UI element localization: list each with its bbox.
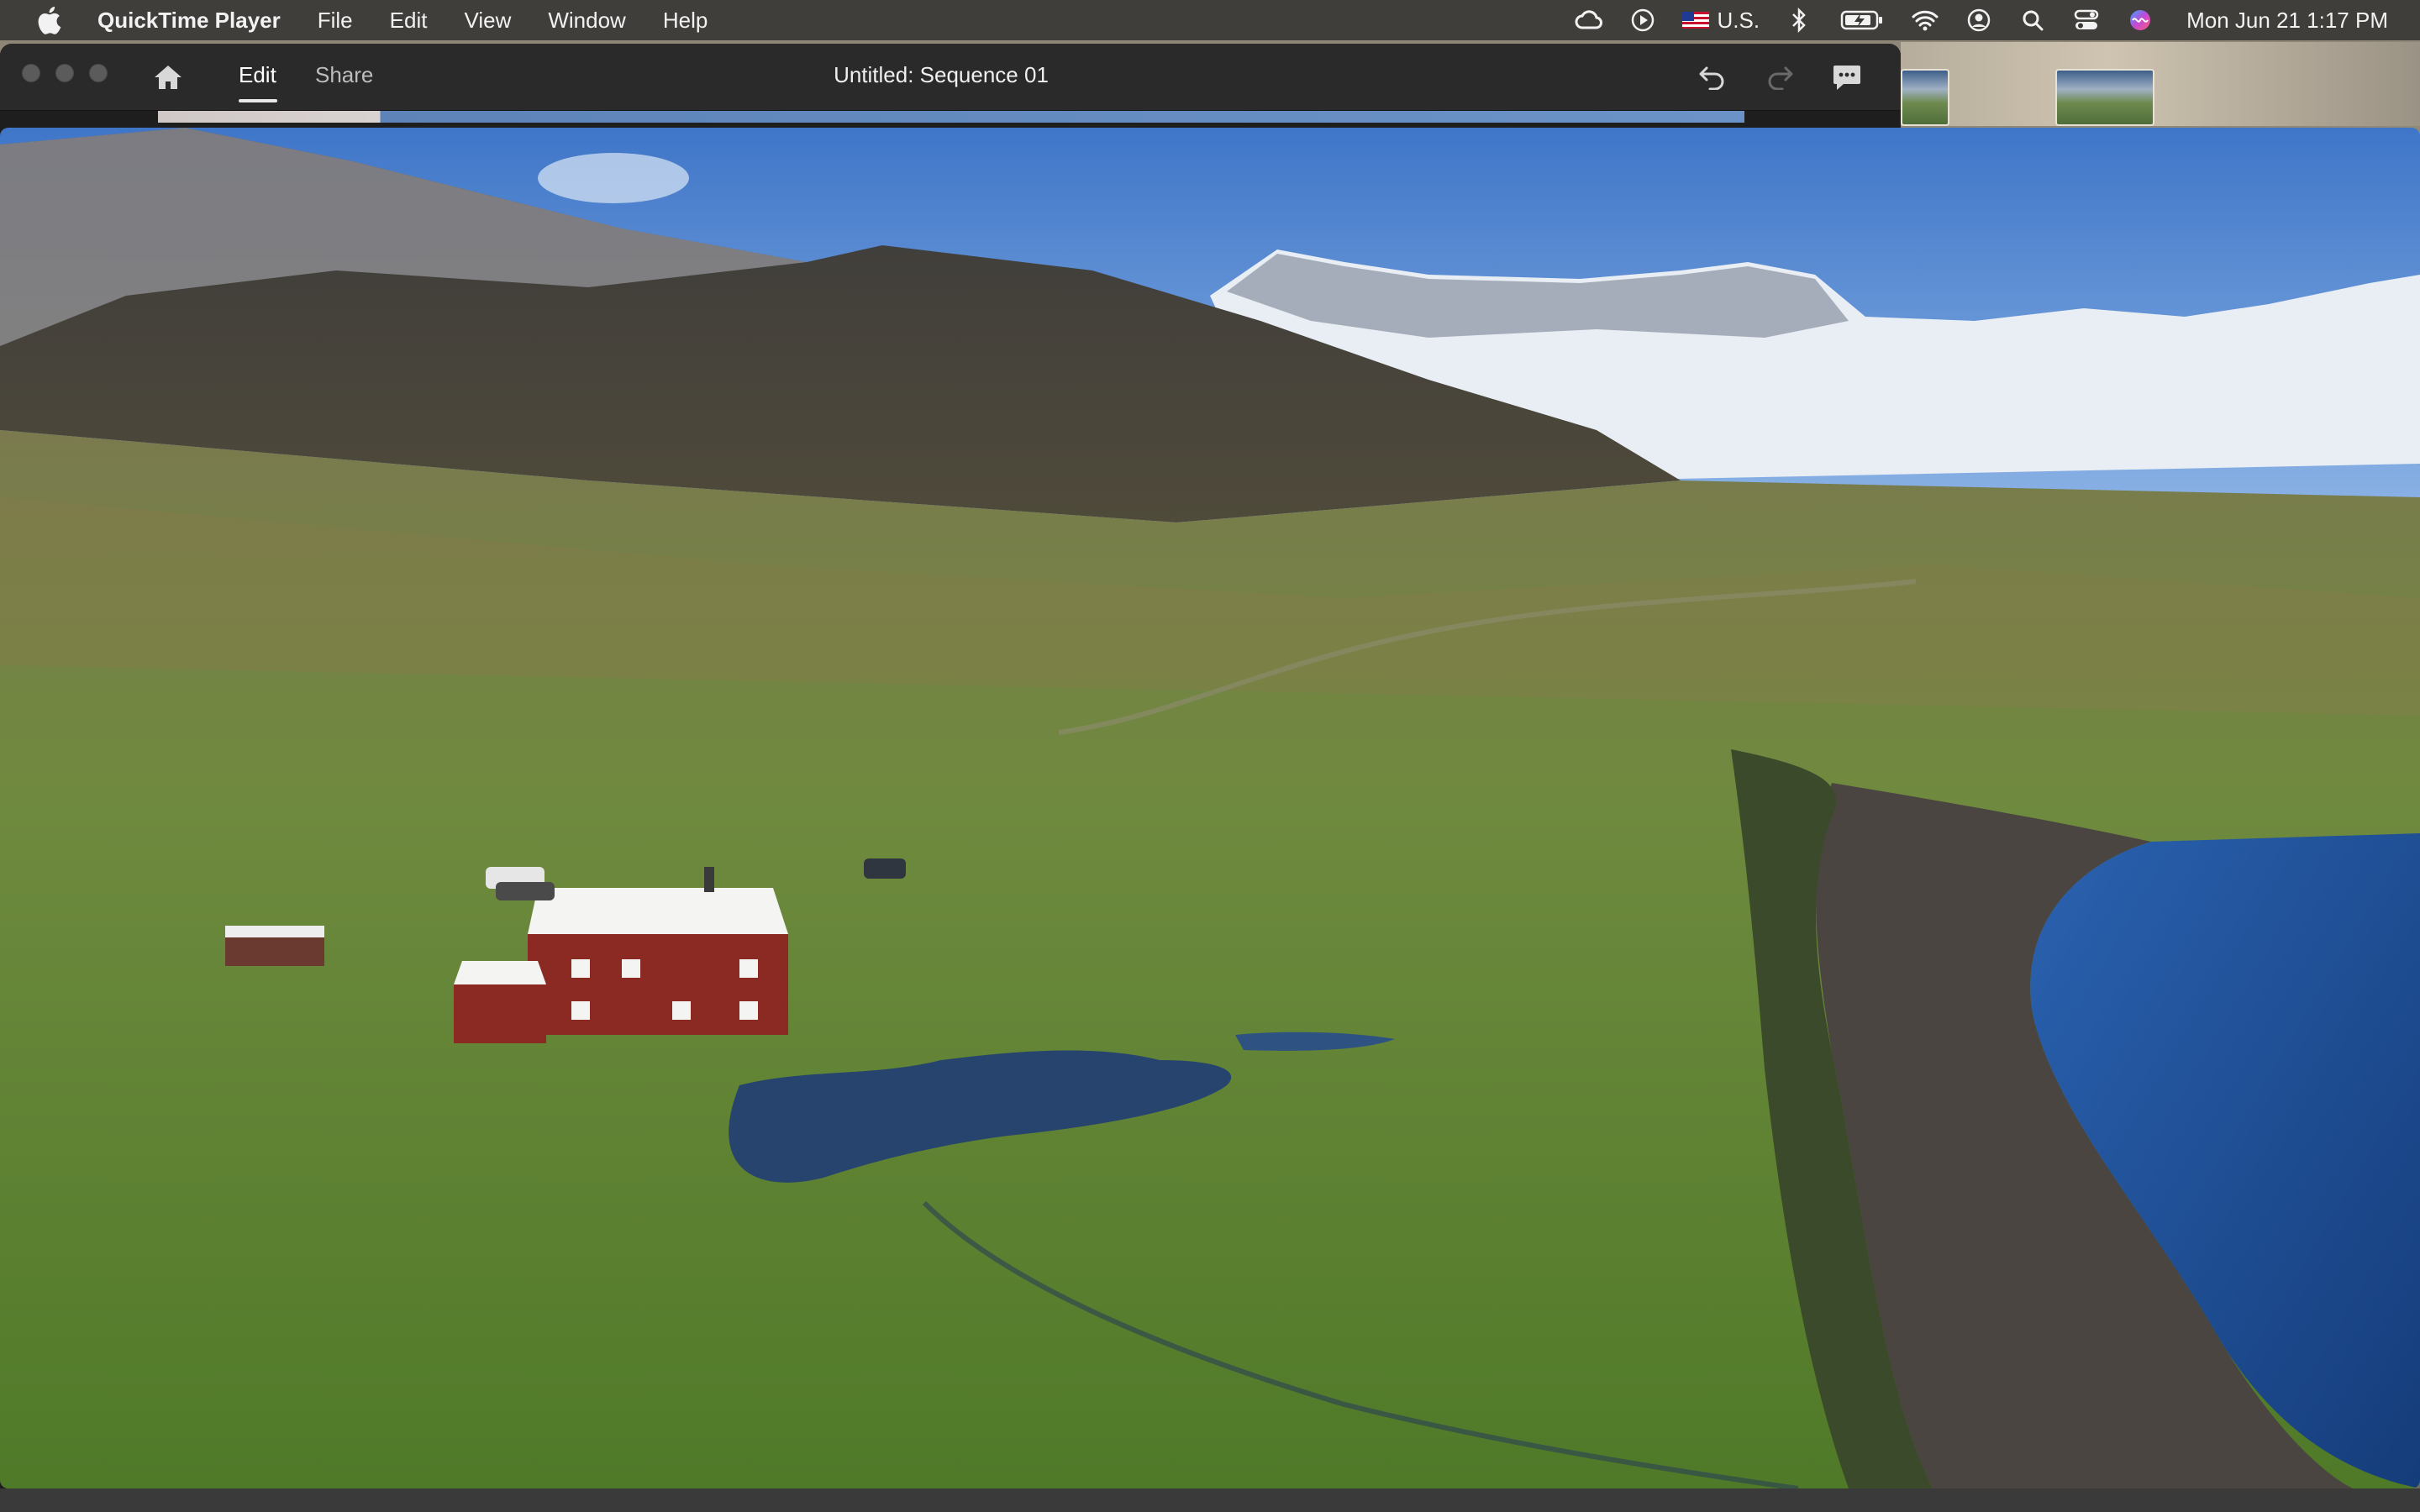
control-center-icon[interactable] [2072, 6, 2101, 34]
menu-file[interactable]: File [318, 8, 353, 34]
menu-help[interactable]: Help [663, 8, 708, 34]
creative-cloud-icon[interactable] [1575, 6, 1603, 34]
speech-bubble-icon [1833, 66, 1860, 90]
menu-window[interactable]: Window [548, 8, 625, 34]
active-tab-indicator [239, 99, 277, 102]
battery-charging-icon[interactable] [1839, 6, 1886, 34]
play-circle-icon[interactable] [1628, 6, 1657, 34]
desktop-file-thumbnail[interactable] [2055, 69, 2154, 126]
apple-icon[interactable] [32, 3, 66, 37]
comments-button[interactable] [1828, 60, 1865, 94]
window-bottom-edge [0, 1488, 2420, 1512]
cloud [538, 153, 689, 203]
undo-icon [1699, 66, 1724, 90]
status-menu-area: U.S. Mon Jun 21 1:17 PM [1575, 0, 2388, 40]
timeline-strip[interactable] [158, 111, 1744, 123]
us-flag-icon [1681, 12, 1709, 29]
desktop-file-thumbnail[interactable] [1901, 69, 1949, 126]
bluetooth-icon[interactable] [1785, 6, 1813, 34]
menu-app-name[interactable]: QuickTime Player [97, 8, 281, 34]
siri-icon[interactable] [2126, 6, 2154, 34]
wifi-icon[interactable] [1911, 6, 1939, 34]
window-titlebar: Edit Share Untitled: Sequence 01 [0, 44, 1901, 111]
redo-button[interactable] [1761, 60, 1798, 94]
user-circle-icon[interactable] [1965, 6, 1993, 34]
menubar-clock[interactable]: Mon Jun 21 1:17 PM [2186, 8, 2388, 34]
redo-icon [1768, 66, 1793, 90]
menu-edit[interactable]: Edit [390, 8, 428, 34]
input-source-label: U.S. [1717, 7, 1760, 33]
input-source-menu[interactable]: U.S. [1681, 7, 1760, 34]
outbuilding [225, 926, 324, 966]
video-viewer[interactable] [0, 128, 2420, 1488]
desktop-strip [1901, 42, 2420, 126]
menu-bar: QuickTime Player File Edit View Window H… [0, 0, 2420, 40]
search-icon[interactable] [2018, 6, 2047, 34]
menu-view[interactable]: View [464, 8, 511, 34]
undo-button[interactable] [1694, 60, 1731, 94]
video-frame [0, 128, 2420, 1488]
window-title: Untitled: Sequence 01 [834, 62, 1049, 87]
